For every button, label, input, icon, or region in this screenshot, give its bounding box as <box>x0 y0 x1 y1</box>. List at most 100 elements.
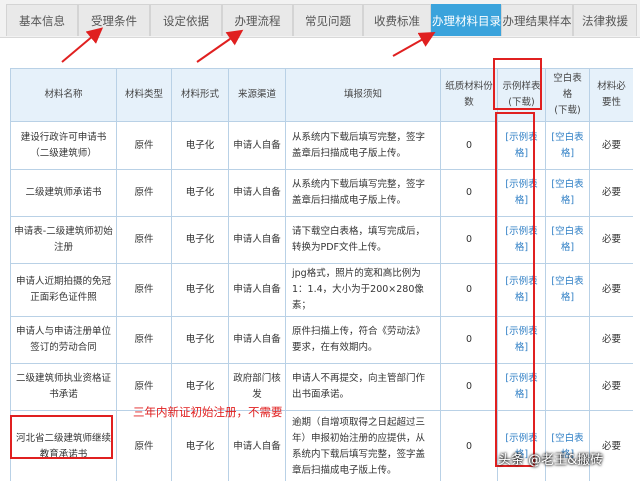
header-notes: 填报须知 <box>285 68 441 122</box>
cell-name: 申请表-二级建筑师初始注册 <box>10 216 117 264</box>
header-source: 来源渠道 <box>228 68 286 122</box>
materials-table: 材料名称 材料类型 材料形式 来源渠道 填报须知 纸质材料份数 示例样表 (下载… <box>10 68 633 481</box>
tab-legal-basis[interactable]: 设定依据 <box>150 4 222 36</box>
cell-copies: 0 <box>440 363 498 411</box>
cell-name: 二级建筑师执业资格证书承诺 <box>10 363 117 411</box>
sample-table-link[interactable]: [示例表格] <box>505 373 537 400</box>
cell-copies: 0 <box>440 169 498 217</box>
cell-notes: 原件扫描上传，符合《劳动法》要求，在有效期内。 <box>285 316 441 364</box>
cell-source: 申请人自备 <box>228 316 286 364</box>
blank-table-link[interactable]: [空白表格] <box>551 276 583 303</box>
tab-bar: 基本信息 受理条件 设定依据 办理流程 常见问题 收费标准 办理材料目录 办理结… <box>0 0 640 38</box>
sample-table-link[interactable]: [示例表格] <box>505 179 537 206</box>
tab-basic-info[interactable]: 基本信息 <box>6 4 78 36</box>
cell-type: 原件 <box>116 316 172 364</box>
table-row: 建设行政许可申请书（二级建筑师） 原件 电子化 申请人自备 从系统内下载后填写完… <box>10 121 633 170</box>
cell-sample: [示例表格] <box>497 316 546 364</box>
cell-copies: 0 <box>440 316 498 364</box>
watermark: 头条 @老王&搬砖 <box>498 453 604 468</box>
cell-necessity: 必要 <box>589 121 633 170</box>
blank-table-link[interactable]: [空白表格] <box>551 226 583 253</box>
header-sample-sub: (下载) <box>508 97 535 108</box>
sample-table-link[interactable]: [示例表格] <box>505 326 537 353</box>
cell-copies: 0 <box>440 410 498 481</box>
header-copies: 纸质材料份数 <box>440 68 498 122</box>
tab-legal-remedy[interactable]: 法律救援 <box>573 4 637 36</box>
cell-blank: [空白表格] <box>545 121 590 170</box>
cell-source: 申请人自备 <box>228 216 286 264</box>
cell-type: 原件 <box>116 169 172 217</box>
tab-faq[interactable]: 常见问题 <box>293 4 363 36</box>
table-row: 申请表-二级建筑师初始注册 原件 电子化 申请人自备 请下载空白表格，填写完成后… <box>10 216 633 264</box>
cell-notes: 逾期（自增项取得之日起超过三年）申报初始注册的应提供，从系统内下载后填写完整，签… <box>285 410 441 481</box>
cell-name: 申请人近期拍摄的免冠正面彩色证件照 <box>10 263 117 317</box>
table-row: 二级建筑师执业资格证书承诺 原件 电子化 政府部门核发 申请人不再提交，向主管部… <box>10 363 633 411</box>
cell-type: 原件 <box>116 121 172 170</box>
table-header-row: 材料名称 材料类型 材料形式 来源渠道 填报须知 纸质材料份数 示例样表 (下载… <box>10 68 633 122</box>
annotation-text: 三年内新证初始注册，不需要 <box>133 405 283 419</box>
cell-name: 申请人与申请注册单位签订的劳动合同 <box>10 316 117 364</box>
table-row: 申请人近期拍摄的免冠正面彩色证件照 原件 电子化 申请人自备 jpg格式，照片的… <box>10 263 633 317</box>
blank-table-link[interactable]: [空白表格] <box>551 132 583 159</box>
cell-name: 二级建筑师承诺书 <box>10 169 117 217</box>
cell-form: 电子化 <box>171 263 229 317</box>
table-row: 二级建筑师承诺书 原件 电子化 申请人自备 从系统内下载后填写完整，签字盖章后扫… <box>10 169 633 217</box>
cell-type: 原件 <box>116 216 172 264</box>
cell-necessity: 必要 <box>589 169 633 217</box>
materials-table-container: 材料名称 材料类型 材料形式 来源渠道 填报须知 纸质材料份数 示例样表 (下载… <box>10 68 633 481</box>
cell-form: 电子化 <box>171 316 229 364</box>
cell-blank <box>545 316 590 364</box>
cell-source: 申请人自备 <box>228 169 286 217</box>
header-blank-label: 空白表格 <box>553 73 582 100</box>
cell-necessity: 必要 <box>589 263 633 317</box>
cell-form: 电子化 <box>171 169 229 217</box>
header-blank-sub: (下载) <box>554 105 581 116</box>
cell-source: 申请人自备 <box>228 410 286 481</box>
cell-name: 河北省二级建筑师继续教育承诺书 <box>10 410 117 481</box>
cell-sample: [示例表格] <box>497 169 546 217</box>
sample-table-link[interactable]: [示例表格] <box>505 226 537 253</box>
cell-form: 电子化 <box>171 216 229 264</box>
cell-notes: 从系统内下载后填写完整，签字盖章后扫描成电子版上传。 <box>285 121 441 170</box>
table-row: 申请人与申请注册单位签订的劳动合同 原件 电子化 申请人自备 原件扫描上传，符合… <box>10 316 633 364</box>
cell-sample: [示例表格] <box>497 121 546 170</box>
cell-source: 申请人自备 <box>228 263 286 317</box>
blank-table-link[interactable]: [空白表格] <box>551 179 583 206</box>
cell-name: 建设行政许可申请书（二级建筑师） <box>10 121 117 170</box>
cell-copies: 0 <box>440 263 498 317</box>
cell-blank: [空白表格] <box>545 169 590 217</box>
cell-sample: [示例表格] <box>497 216 546 264</box>
cell-notes: 请下载空白表格，填写完成后，转换为PDF文件上传。 <box>285 216 441 264</box>
tab-acceptance[interactable]: 受理条件 <box>78 4 150 36</box>
cell-notes: 申请人不再提交，向主管部门作出书面承诺。 <box>285 363 441 411</box>
header-sample: 示例样表 (下载) <box>497 68 546 122</box>
cell-source: 申请人自备 <box>228 121 286 170</box>
tab-fees[interactable]: 收费标准 <box>363 4 431 36</box>
header-blank: 空白表格 (下载) <box>545 68 590 122</box>
cell-type: 原件 <box>116 263 172 317</box>
cell-blank: [空白表格] <box>545 263 590 317</box>
header-form: 材料形式 <box>171 68 229 122</box>
header-sample-label: 示例样表 <box>502 81 541 92</box>
cell-necessity: 必要 <box>589 316 633 364</box>
cell-copies: 0 <box>440 216 498 264</box>
cell-sample: [示例表格] <box>497 363 546 411</box>
sample-table-link[interactable]: [示例表格] <box>505 132 537 159</box>
header-type: 材料类型 <box>116 68 172 122</box>
cell-necessity: 必要 <box>589 363 633 411</box>
cell-notes: 从系统内下载后填写完整，签字盖章后扫描成电子版上传。 <box>285 169 441 217</box>
tab-materials[interactable]: 办理材料目录 <box>431 4 501 36</box>
cell-notes: jpg格式，照片的宽和高比例为1：1.4，大小为于200×280像素； <box>285 263 441 317</box>
cell-type: 原件 <box>116 410 172 481</box>
cell-copies: 0 <box>440 121 498 170</box>
tab-process[interactable]: 办理流程 <box>222 4 293 36</box>
header-necessity: 材料必要性 <box>589 68 633 122</box>
cell-blank <box>545 363 590 411</box>
cell-necessity: 必要 <box>589 216 633 264</box>
cell-sample: [示例表格] <box>497 263 546 317</box>
cell-form: 电子化 <box>171 410 229 481</box>
sample-table-link[interactable]: [示例表格] <box>505 276 537 303</box>
tab-result-sample[interactable]: 办理结果样本 <box>501 4 573 36</box>
cell-form: 电子化 <box>171 121 229 170</box>
header-name: 材料名称 <box>10 68 117 122</box>
